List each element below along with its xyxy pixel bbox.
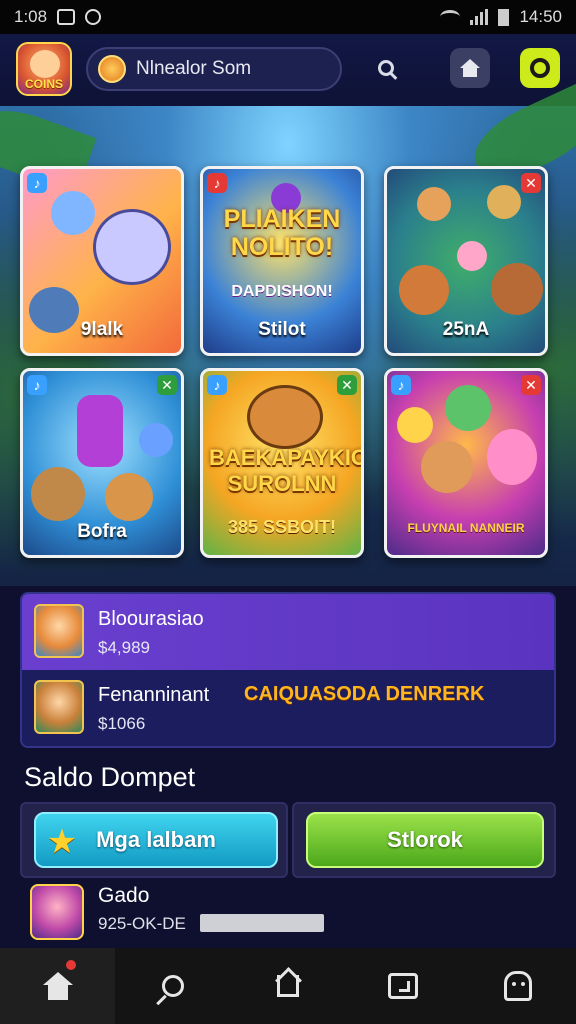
nav-search[interactable]: [115, 948, 230, 1024]
game-icon: [530, 58, 550, 78]
app-header: COINS Nlnealor Som: [0, 34, 576, 107]
game-subtitle: DAPDISHON!: [231, 283, 333, 300]
favorite-icon[interactable]: ♪: [391, 375, 411, 395]
favorite-icon[interactable]: ♪: [207, 173, 227, 193]
home-icon: [42, 972, 73, 1000]
entry-name: Gado: [98, 884, 150, 907]
list-item[interactable]: Bloourasiao $4,989: [22, 594, 554, 670]
primary-button-label: Mga lalbam: [96, 827, 216, 852]
favorite-icon[interactable]: ♪: [27, 173, 47, 193]
status-time-left: 1:08: [14, 7, 48, 26]
game-title: PLIAIKEN NOLITO!: [223, 205, 341, 261]
status-bar: 1:08 14:50: [0, 0, 576, 34]
battery-icon: [498, 8, 510, 26]
logo-character-icon: [30, 50, 60, 78]
close-icon[interactable]: ✕: [521, 173, 541, 193]
nav-screen[interactable]: [346, 948, 461, 1024]
home-button[interactable]: [450, 48, 490, 88]
close-icon[interactable]: ✕: [337, 375, 357, 395]
character-icon: [487, 185, 521, 219]
game-label: Stilot: [258, 319, 306, 340]
character-icon: [105, 473, 153, 521]
player-avatar: [34, 680, 84, 734]
player-amount: $4,989: [98, 638, 150, 657]
primary-button[interactable]: ★ Mga lalbam: [34, 812, 278, 868]
game-subtitle: 385 SSBOIT!: [227, 517, 337, 537]
wifi-icon: [440, 10, 461, 24]
search-icon: [161, 975, 184, 997]
favorite-icon[interactable]: ♪: [207, 375, 227, 395]
player-amount: $1066: [98, 714, 146, 733]
home-outline-icon: [274, 972, 302, 1000]
game-tile[interactable]: BAEKAPAYKIO SUROLNN 385 SSBOIT! ♪ ✕: [200, 368, 364, 558]
game-tile[interactable]: FLUYNAIL NANNEIR ♪ ✕: [384, 368, 548, 558]
wallet-title: Saldo Dompet: [24, 762, 196, 792]
game-label: Bofra: [77, 521, 127, 542]
character-icon: [77, 395, 123, 467]
game-tile[interactable]: ♪ ✕ Bofra: [20, 368, 184, 558]
status-time-right: 14:50: [519, 7, 562, 26]
notification-dot: [66, 960, 76, 970]
search-icon: [378, 60, 394, 76]
game-tile[interactable]: PLIAIKEN NOLITO! DAPDISHON! ♪ Stilot: [200, 166, 364, 356]
character-icon: [247, 385, 323, 449]
character-icon: [445, 385, 491, 431]
character-icon: [399, 265, 449, 315]
app-logo[interactable]: COINS: [16, 42, 72, 96]
character-icon: [487, 429, 537, 485]
search-text: Nlnealor Som: [136, 58, 252, 79]
search-button[interactable]: [366, 48, 406, 88]
entry-value: 925-OK-DE: [98, 914, 186, 933]
close-icon[interactable]: ✕: [521, 375, 541, 395]
list-item[interactable]: Fenanninant CAIQUASODA DENRERK $1066: [22, 670, 554, 746]
coin-icon: [397, 407, 433, 443]
character-icon: [139, 423, 173, 457]
primary-button-panel: ★ Mga lalbam: [20, 802, 288, 878]
status-left: 1:08: [14, 7, 102, 27]
screen-icon: [388, 973, 419, 999]
secondary-button-label: Stlorok: [387, 827, 463, 852]
nav-home[interactable]: [0, 948, 116, 1024]
game-label: 25nA: [442, 319, 490, 340]
player-name: Bloourasiao: [98, 608, 204, 630]
nav-lobby[interactable]: [230, 948, 345, 1024]
game-subtitle: FLUYNAIL NANNEIR: [407, 521, 525, 535]
entry-avatar: [30, 884, 84, 940]
secondary-button-panel: Stlorok: [292, 802, 556, 878]
player-avatar: [34, 604, 84, 658]
game-tile[interactable]: ♪ 9lalk: [20, 166, 184, 356]
promo-tag: CAIQUASODA DENRERK: [244, 683, 485, 705]
message-icon: [57, 9, 76, 25]
home-icon: [460, 59, 480, 77]
close-icon[interactable]: ✕: [157, 375, 177, 395]
logo-text: COINS: [24, 77, 63, 91]
game-title: BAEKAPAYKIO SUROLNN: [209, 445, 364, 496]
wallet-entry[interactable]: Gado 925-OK-DE: [20, 880, 556, 946]
leaderboard-list: Bloourasiao $4,989 Fenanninant CAIQUASOD…: [20, 592, 556, 748]
alarm-icon: [85, 9, 102, 25]
redacted-bar: [200, 914, 324, 932]
character-icon: [491, 263, 543, 315]
game-label: 9lalk: [80, 319, 124, 340]
character-icon: [457, 241, 487, 271]
ghost-icon: [504, 971, 533, 1001]
search-avatar-icon: [98, 55, 126, 83]
character-icon: [421, 441, 473, 493]
game-tile[interactable]: ✕ 25nA: [384, 166, 548, 356]
star-icon: ★: [46, 823, 78, 861]
nav-profile[interactable]: [461, 948, 576, 1024]
character-icon: [51, 191, 95, 235]
character-icon: [93, 209, 171, 285]
signal-icon: [470, 9, 489, 25]
status-right: 14:50: [440, 7, 562, 27]
character-icon: [417, 187, 451, 221]
player-name: Fenanninant: [98, 684, 210, 706]
character-icon: [31, 467, 85, 521]
favorite-icon[interactable]: ♪: [27, 375, 47, 395]
search-field[interactable]: Nlnealor Som: [86, 47, 342, 91]
game-button[interactable]: [520, 48, 560, 88]
secondary-button[interactable]: Stlorok: [306, 812, 544, 868]
bottom-nav: [0, 948, 576, 1024]
